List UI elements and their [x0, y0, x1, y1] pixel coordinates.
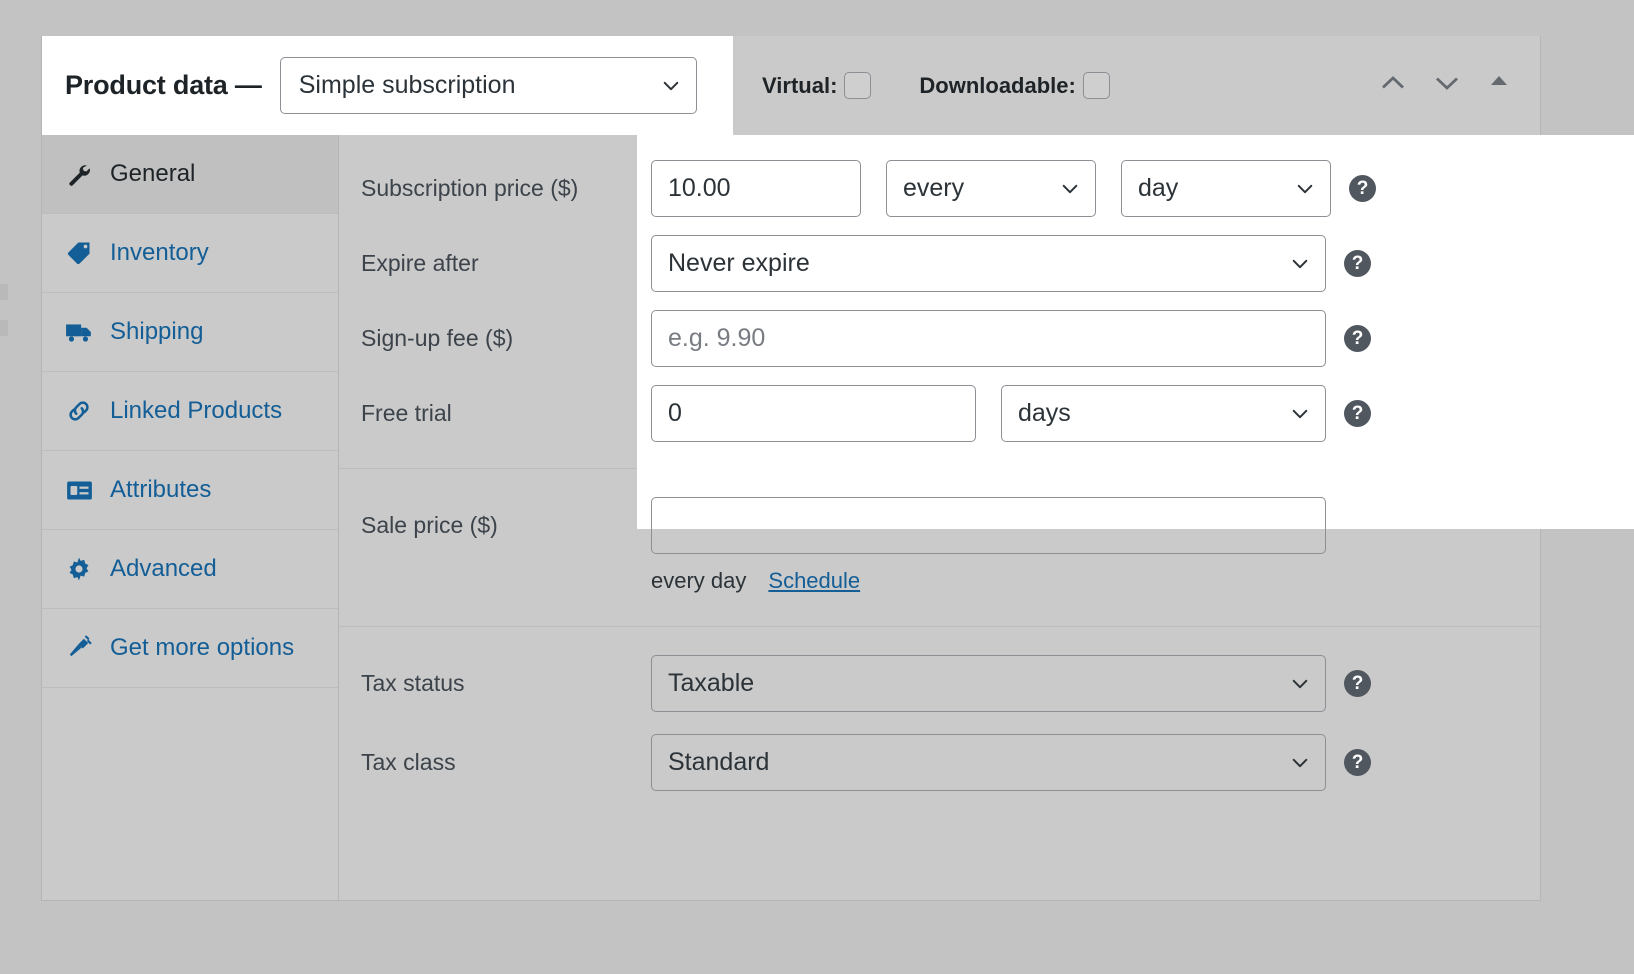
product-data-panel: Product data — Simple subscription Virtu… — [41, 36, 1634, 901]
row-tax-class: Tax class Standard ? — [339, 734, 1540, 791]
expire-after-help-icon[interactable]: ? — [1344, 250, 1371, 277]
product-type-select[interactable]: Simple subscription — [279, 57, 697, 114]
downloadable-label-text: Downloadable: — [919, 72, 1076, 98]
tab-advanced[interactable]: Advanced — [42, 530, 338, 609]
tab-advanced-label: Advanced — [110, 555, 217, 582]
schedule-link[interactable]: Schedule — [768, 568, 860, 594]
chevron-up-icon[interactable] — [1380, 70, 1406, 96]
tab-inventory-label: Inventory — [110, 239, 209, 266]
free-trial-unit-value: days — [1018, 399, 1071, 427]
expire-after-label: Expire after — [361, 250, 479, 276]
chevron-down-icon — [1291, 754, 1309, 772]
product-type-value: Simple subscription — [298, 71, 516, 99]
tax-class-label: Tax class — [361, 749, 456, 775]
tab-linked-products-label: Linked Products — [110, 397, 283, 424]
virtual-checkbox-label: Virtual: — [762, 72, 872, 99]
free-trial-label: Free trial — [361, 400, 452, 426]
chevron-down-icon[interactable] — [1434, 70, 1460, 96]
triangle-up-icon[interactable] — [1488, 70, 1514, 96]
panel-body: General Inventory Shipping Linked Produc… — [42, 135, 1634, 900]
chevron-down-icon — [1291, 255, 1309, 273]
tab-general-label: General — [110, 160, 196, 187]
tab-linked-products[interactable]: Linked Products — [42, 372, 338, 451]
tax-class-select[interactable]: Standard — [651, 734, 1326, 791]
row-subscription-price: Subscription price ($) 10.00 every day ? — [339, 135, 1540, 235]
downloadable-checkbox-label: Downloadable: — [919, 72, 1110, 99]
tax-status-help-icon[interactable]: ? — [1344, 670, 1371, 697]
panel-header-options: Virtual: Downloadable: — [733, 36, 1540, 135]
chevron-down-icon — [1291, 675, 1309, 693]
panel-header-title-area: Product data — Simple subscription — [42, 36, 733, 135]
free-trial-help-icon[interactable]: ? — [1344, 400, 1371, 427]
tab-inventory[interactable]: Inventory — [42, 214, 338, 293]
tax-fields-group: Tax status Taxable ? Tax class Standard … — [339, 627, 1540, 791]
chevron-down-icon — [1061, 180, 1079, 198]
truck-icon — [64, 318, 94, 346]
tax-status-label: Tax status — [361, 670, 465, 696]
signup-fee-label: Sign-up fee ($) — [361, 325, 514, 351]
wrench-icon — [64, 160, 94, 188]
attributes-icon — [64, 476, 94, 504]
tab-general[interactable]: General — [42, 135, 338, 214]
plug-icon — [64, 634, 94, 662]
sale-price-note: every day — [651, 568, 747, 593]
sale-price-input[interactable] — [651, 497, 1326, 554]
subscription-interval-select[interactable]: every — [886, 160, 1096, 217]
sale-price-group: Sale price ($) every day Schedule — [339, 469, 1540, 626]
subscription-period-value: day — [1138, 174, 1179, 202]
virtual-checkbox[interactable] — [844, 72, 872, 99]
sale-price-schedule-row: every day Schedule — [339, 568, 1540, 594]
screen: Product data — Simple subscription Virtu… — [0, 0, 1634, 974]
tax-class-help-icon[interactable]: ? — [1344, 749, 1371, 776]
panel-order-controls — [1380, 70, 1514, 96]
tab-attributes-label: Attributes — [110, 476, 212, 503]
subscription-period-select[interactable]: day — [1121, 160, 1331, 217]
free-trial-input[interactable]: 0 — [651, 385, 976, 442]
virtual-label-text: Virtual: — [762, 72, 838, 98]
product-data-content: Subscription price ($) 10.00 every day ?… — [339, 135, 1634, 900]
chevron-down-icon — [662, 77, 680, 95]
tax-class-value: Standard — [668, 748, 770, 776]
subscription-fields-group: Subscription price ($) 10.00 every day ?… — [339, 135, 1540, 468]
row-sale-price: Sale price ($) — [339, 469, 1540, 554]
free-trial-unit-select[interactable]: days — [1001, 385, 1326, 442]
row-expire-after: Expire after Never expire ? — [339, 235, 1540, 310]
expire-after-select[interactable]: Never expire — [651, 235, 1326, 292]
subscription-price-help-icon[interactable]: ? — [1349, 175, 1376, 202]
page-title: Product data — — [65, 70, 262, 100]
tag-icon — [64, 239, 94, 267]
signup-fee-help-icon[interactable]: ? — [1344, 325, 1371, 352]
subscription-price-label: Subscription price ($) — [361, 175, 579, 201]
tab-get-more-options-label: Get more options — [110, 634, 295, 661]
subscription-price-input[interactable]: 10.00 — [651, 160, 861, 217]
product-data-tabs: General Inventory Shipping Linked Produc… — [42, 135, 339, 900]
tab-get-more-options[interactable]: Get more options — [42, 609, 338, 688]
edge-artifact — [0, 320, 8, 336]
sale-price-label: Sale price ($) — [361, 512, 498, 538]
tab-shipping[interactable]: Shipping — [42, 293, 338, 372]
row-free-trial: Free trial 0 days ? — [339, 385, 1540, 468]
link-icon — [64, 397, 94, 425]
downloadable-checkbox[interactable] — [1082, 72, 1110, 99]
chevron-down-icon — [1296, 180, 1314, 198]
gear-icon — [64, 555, 94, 583]
panel-header: Product data — Simple subscription Virtu… — [42, 36, 1540, 135]
edge-artifact — [0, 284, 8, 300]
subscription-interval-value: every — [903, 174, 965, 202]
chevron-down-icon — [1291, 405, 1309, 423]
signup-fee-input[interactable]: e.g. 9.90 — [651, 310, 1326, 367]
tab-attributes[interactable]: Attributes — [42, 451, 338, 530]
tax-status-select[interactable]: Taxable — [651, 655, 1326, 712]
free-trial-value: 0 — [668, 399, 682, 427]
row-tax-status: Tax status Taxable ? — [339, 627, 1540, 734]
row-signup-fee: Sign-up fee ($) e.g. 9.90 ? — [339, 310, 1540, 385]
expire-after-value: Never expire — [668, 249, 810, 277]
subscription-price-value: 10.00 — [668, 174, 731, 202]
signup-fee-placeholder: e.g. 9.90 — [668, 324, 766, 352]
tax-status-value: Taxable — [668, 669, 755, 697]
tab-shipping-label: Shipping — [110, 318, 204, 345]
